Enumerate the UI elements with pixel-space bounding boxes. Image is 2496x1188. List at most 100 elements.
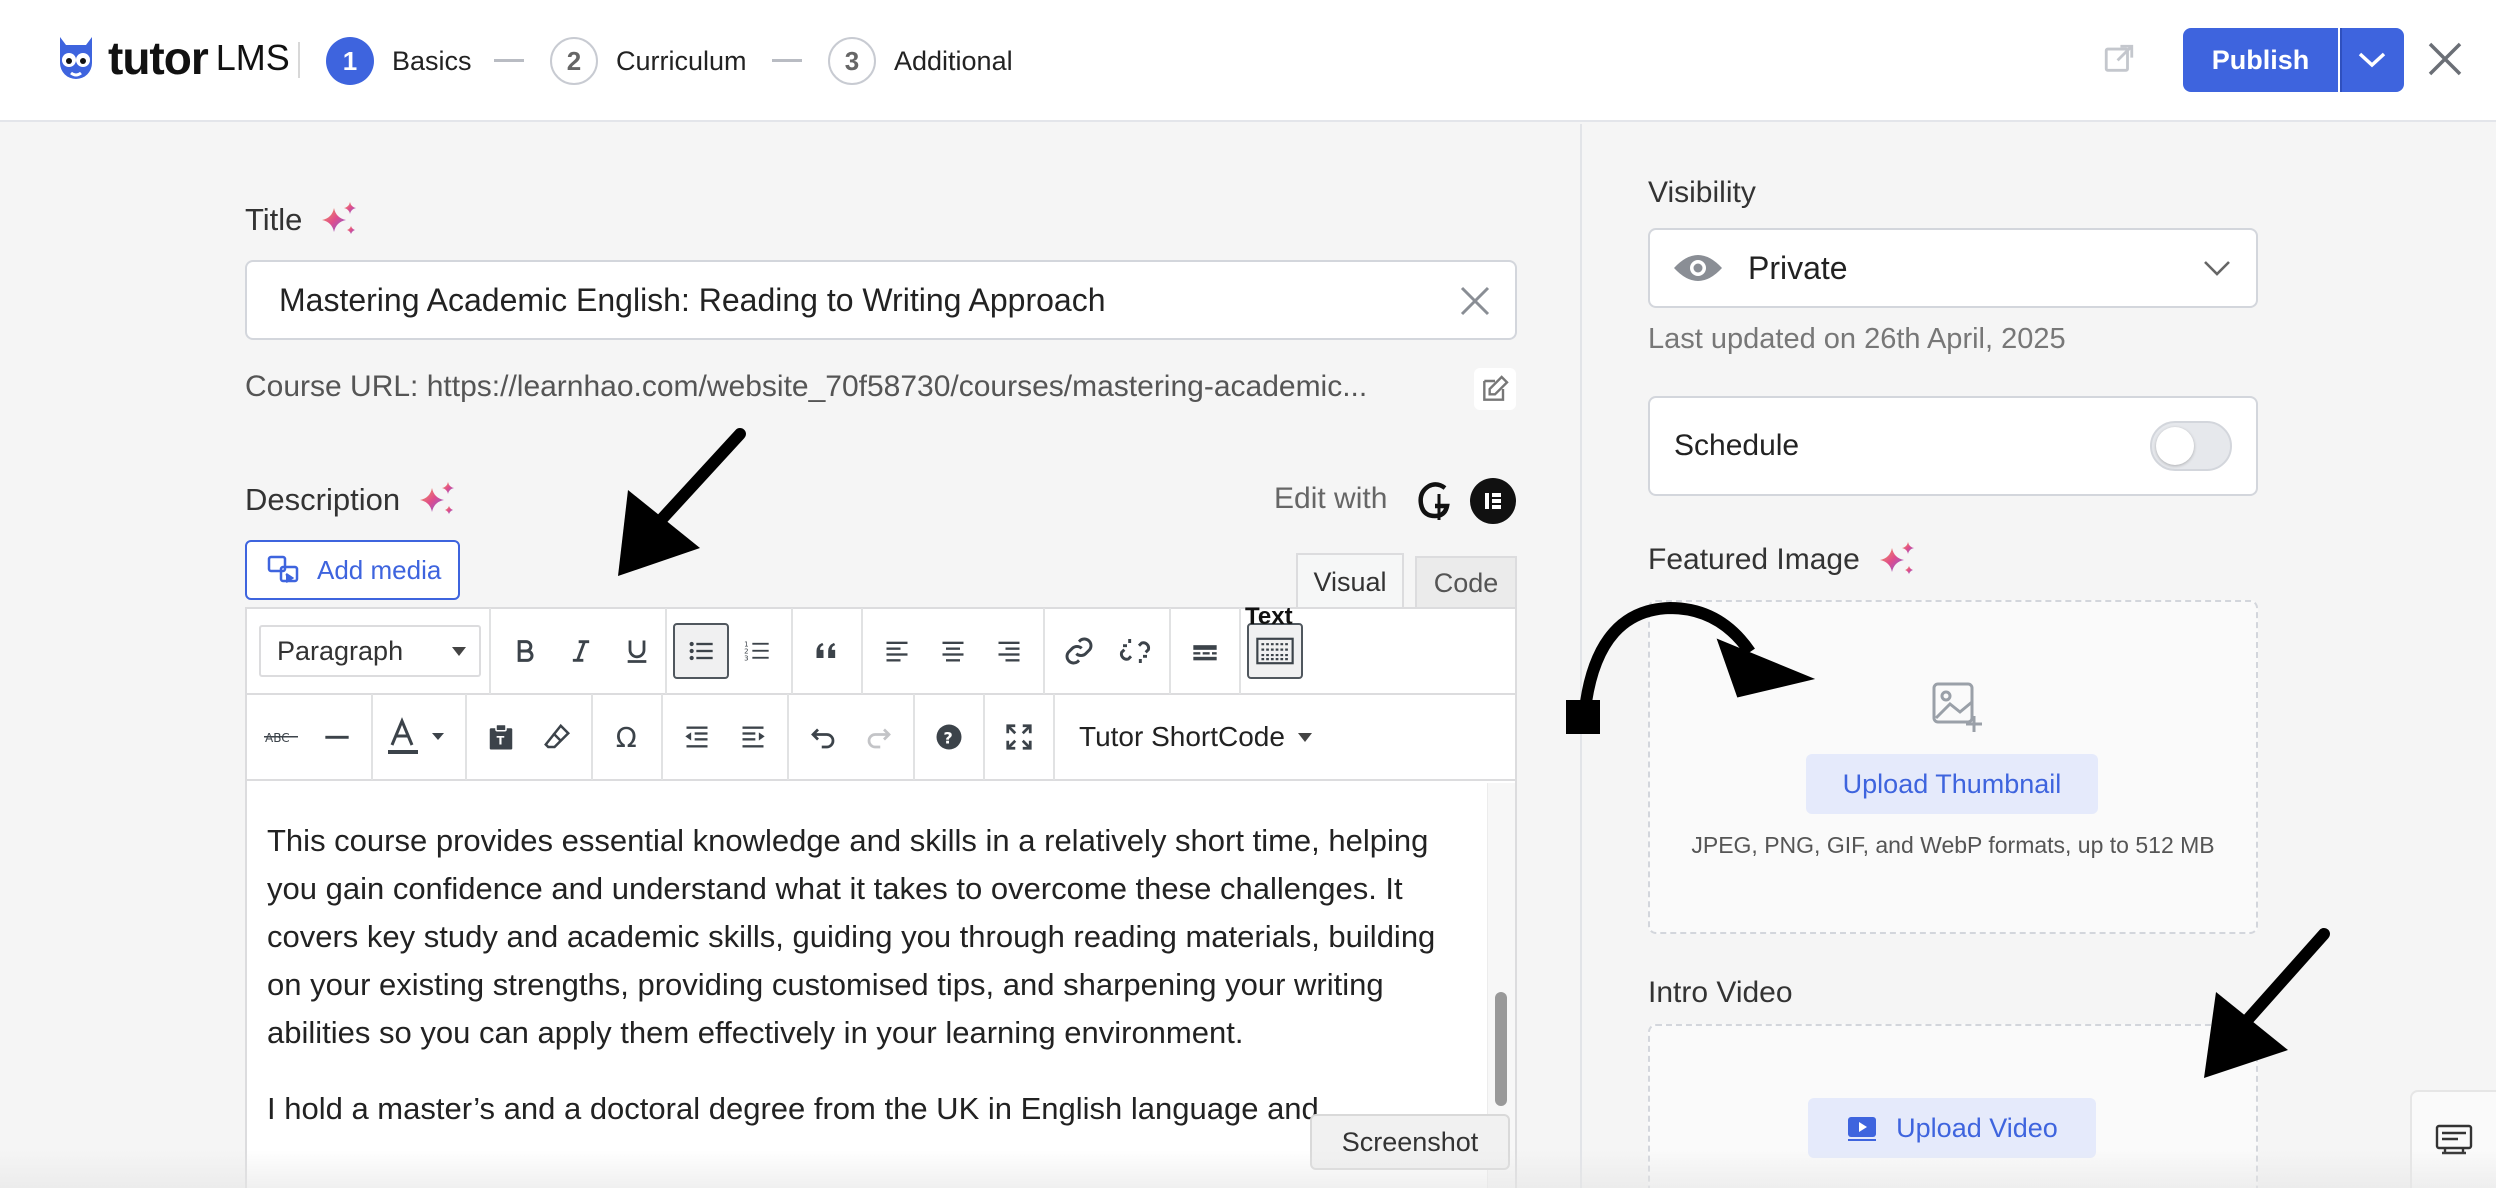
top-header: tutor LMS 1 Basics 2 Curriculum 3 Additi… [0, 0, 2496, 122]
toolbar-toggle-button[interactable] [1247, 623, 1303, 679]
redo-icon [867, 728, 891, 749]
undo-icon [811, 728, 835, 749]
text-color-button[interactable] [379, 709, 459, 765]
edit-url-button[interactable] [1474, 368, 1516, 410]
close-icon[interactable] [2424, 38, 2466, 80]
ai-sparkle-icon[interactable] [418, 480, 458, 520]
strikethrough-button[interactable]: ABC [253, 709, 309, 765]
logo-divider [298, 42, 300, 78]
editor-paragraph: I hold a master’s and a doctoral degree … [267, 1091, 1319, 1126]
side-panel-tab[interactable] [2410, 1090, 2496, 1188]
svg-text:3: 3 [744, 654, 748, 662]
upload-thumbnail-button[interactable]: Upload Thumbnail [1806, 754, 2098, 814]
keyboard-shortcuts-button[interactable]: ? [921, 709, 977, 765]
featured-image-label-row: Featured Image [1648, 540, 1918, 580]
paste-as-text-button[interactable]: T [473, 709, 529, 765]
toggle-knob [2156, 427, 2194, 465]
read-more-icon [1193, 645, 1217, 661]
step-curriculum[interactable]: 2 Curriculum [550, 36, 747, 86]
eye-icon [1674, 255, 1722, 281]
step-connector [494, 59, 524, 62]
annotation-arrow [1566, 601, 1816, 734]
tutor-lms-logo[interactable]: tutor LMS [54, 28, 290, 88]
clear-formatting-button[interactable] [529, 709, 585, 765]
tutor-shortcode-dropdown[interactable]: Tutor ShortCode [1055, 721, 1313, 753]
help-icon: ? [936, 724, 962, 750]
bold-button[interactable] [497, 623, 553, 679]
publish-button[interactable]: Publish [2183, 28, 2338, 92]
tab-code[interactable]: Code [1415, 556, 1517, 609]
outdent-button[interactable] [669, 709, 725, 765]
external-link-icon[interactable] [2102, 42, 2136, 76]
indent-button[interactable] [725, 709, 781, 765]
step-additional[interactable]: 3 Additional [828, 36, 1013, 86]
fullscreen-button[interactable] [991, 709, 1047, 765]
special-character-button[interactable]: Ω [599, 709, 655, 765]
read-more-button[interactable] [1177, 623, 1233, 679]
eraser-icon [544, 723, 571, 749]
align-center-icon [942, 641, 964, 662]
chevron-down-icon [2204, 261, 2230, 276]
schedule-label: Schedule [1674, 429, 1800, 462]
tab-visual[interactable]: Visual [1296, 553, 1404, 609]
underline-button[interactable] [609, 623, 665, 679]
visibility-label: Visibility [1648, 176, 1756, 209]
gutenberg-icon[interactable] [1415, 478, 1455, 522]
link-icon [1065, 637, 1093, 665]
annotation-arrow [2204, 928, 2330, 1078]
schedule-toggle[interactable] [2150, 421, 2232, 471]
step-number: 2 [550, 37, 598, 85]
insert-link-button[interactable] [1051, 623, 1107, 679]
add-image-icon [1932, 682, 1982, 732]
annotation-arrow [618, 428, 746, 576]
visibility-select[interactable]: Private [1648, 228, 2258, 308]
ai-sparkle-icon[interactable] [320, 200, 360, 240]
description-label: Description [245, 482, 401, 517]
media-icon [267, 555, 299, 584]
svg-text:ABC: ABC [265, 731, 290, 745]
numbered-list-button[interactable]: 123 [729, 623, 785, 679]
intro-video-label: Intro Video [1648, 976, 1793, 1009]
strikethrough-icon: ABC [264, 731, 298, 745]
unlink-icon [1119, 639, 1151, 663]
italic-button[interactable] [553, 623, 609, 679]
title-input[interactable]: Mastering Academic English: Reading to W… [245, 260, 1517, 340]
image-formats-note: JPEG, PNG, GIF, and WebP formats, up to … [1691, 832, 2215, 858]
elementor-logo-icon [1485, 493, 1501, 509]
upload-video-button[interactable]: Upload Video [1808, 1098, 2096, 1158]
horizontal-line-button[interactable] [309, 709, 365, 765]
description-label-row: Description [245, 480, 458, 520]
editor-content[interactable]: This course provides essential knowledge… [247, 783, 1487, 1188]
title-label: Title [245, 202, 303, 237]
add-media-button[interactable]: Add media [245, 540, 460, 600]
step-number: 1 [326, 37, 374, 85]
fullscreen-icon [1006, 724, 1032, 750]
tutor-owl-icon [60, 37, 92, 79]
indent-icon [742, 726, 765, 748]
rich-text-editor: Paragraph 123 Text ABC T Ω ? Tutor Short… [245, 603, 1517, 1188]
keyboard-icon [1256, 637, 1294, 665]
editor-scrollbar-thumb[interactable] [1495, 992, 1507, 1106]
blockquote-button[interactable] [799, 623, 855, 679]
bullet-list-button[interactable] [673, 623, 729, 679]
feedback-icon [2435, 1124, 2473, 1155]
clear-icon[interactable] [1457, 283, 1493, 319]
visibility-value: Private [1748, 249, 1848, 286]
align-left-button[interactable] [869, 623, 925, 679]
paragraph-format-select[interactable]: Paragraph [259, 625, 481, 677]
align-right-button[interactable] [981, 623, 1037, 679]
step-basics[interactable]: 1 Basics [326, 36, 472, 86]
ai-sparkle-icon[interactable] [1878, 540, 1918, 580]
align-center-button[interactable] [925, 623, 981, 679]
featured-image-label: Featured Image [1648, 543, 1860, 576]
editor-toolbar-row-1: Paragraph 123 Text [247, 603, 1515, 695]
underline-icon [627, 640, 647, 663]
bold-icon [517, 640, 534, 662]
undo-button[interactable] [795, 709, 851, 765]
horizontal-line-icon [325, 735, 349, 739]
brand-name: tutor [108, 32, 209, 84]
redo-button[interactable] [851, 709, 907, 765]
remove-link-button[interactable] [1107, 623, 1163, 679]
numbered-list-icon: 123 [744, 640, 769, 662]
elementor-icon[interactable] [1470, 478, 1516, 524]
